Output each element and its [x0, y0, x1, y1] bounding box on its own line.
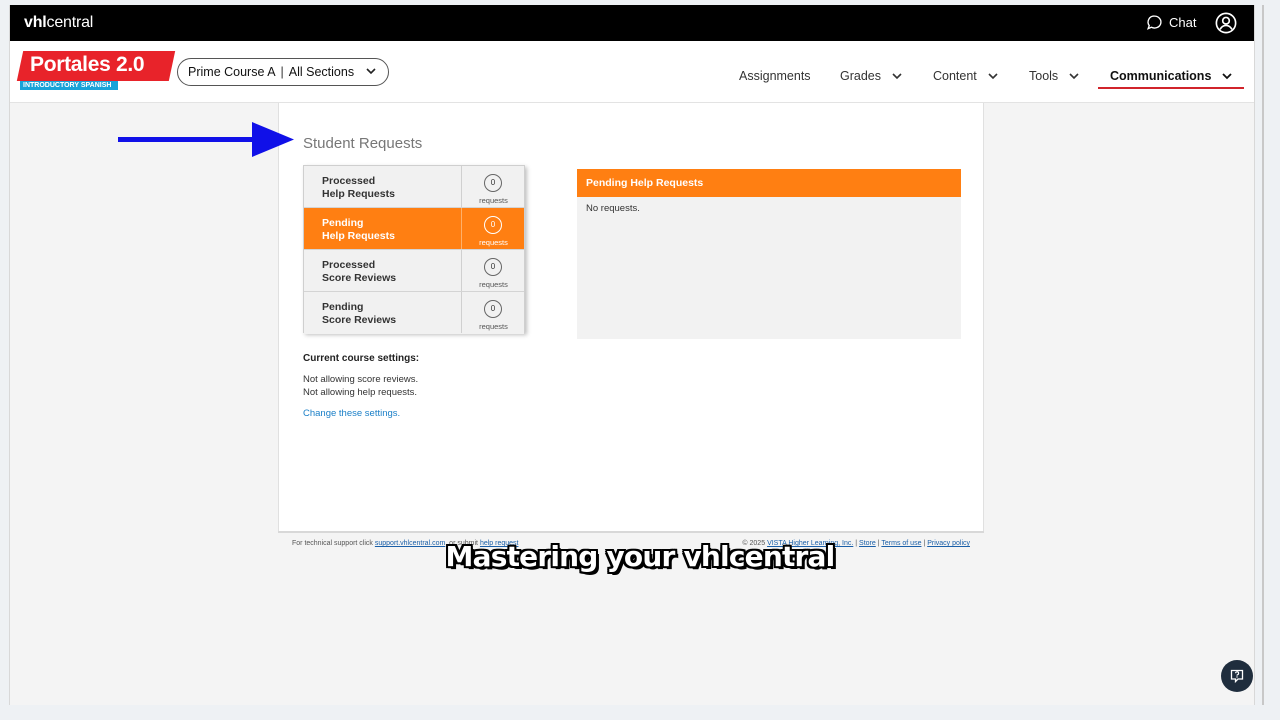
chevron-down-icon: [988, 73, 998, 80]
chat-bubble-icon: [1146, 15, 1162, 30]
blue-arrow-annotation: [118, 122, 294, 157]
top-bar: vhlcentral Chat: [10, 5, 1254, 41]
request-count-cell: 0 requests: [461, 166, 524, 207]
request-count-unit: requests: [479, 322, 508, 331]
user-account-icon[interactable]: [1215, 12, 1237, 34]
nav-content-label: Content: [933, 69, 977, 83]
request-count-unit: requests: [479, 280, 508, 289]
request-count-badge: 0: [484, 258, 502, 276]
nav-tools[interactable]: Tools: [1029, 69, 1080, 83]
page-title: Student Requests: [303, 135, 423, 152]
request-count-badge: 0: [484, 174, 502, 192]
course-nav-bar: Portales 2.0 INTRODUCTORY SPANISH Prime …: [10, 41, 1254, 103]
request-category-list: Processed Help Requests 0 requests Pendin…: [303, 165, 525, 334]
nav-assignments[interactable]: Assignments: [739, 69, 811, 83]
request-row-label: Pending Score Reviews: [322, 301, 397, 326]
request-count-badge: 0: [484, 300, 502, 318]
request-row-pending-help[interactable]: Pending Help Requests 0 requests: [304, 208, 524, 250]
nav-communications-label: Communications: [1110, 69, 1212, 83]
nav-grades[interactable]: Grades: [840, 69, 903, 83]
chevron-down-icon: [892, 73, 902, 80]
active-nav-underline: [1098, 87, 1244, 89]
request-row-processed-help[interactable]: Processed Help Requests 0 requests: [304, 166, 524, 208]
request-count-unit: requests: [479, 238, 508, 247]
nav-tools-label: Tools: [1029, 69, 1059, 83]
request-count-badge: 0: [484, 216, 502, 234]
video-caption: Mastering your vhlcentral: [445, 540, 836, 573]
help-chat-button[interactable]: [1221, 660, 1253, 692]
request-count-cell: 0 requests: [461, 292, 524, 333]
pending-requests-panel: Pending Help Requests No requests.: [577, 169, 961, 339]
app-window: vhlcentral Chat Portales 2.0 INTRODUCTOR…: [9, 5, 1255, 705]
settings-heading: Current course settings:: [303, 353, 420, 364]
content-panel: Student Requests Processed Help Requests …: [278, 103, 984, 553]
main-nav: Assignments Grades Content Tools Communi…: [10, 69, 1254, 89]
settings-help-requests: Not allowing help requests.: [303, 387, 418, 398]
request-count-unit: requests: [479, 196, 508, 205]
request-row-label: Processed Score Reviews: [322, 259, 397, 284]
nav-assignments-label: Assignments: [739, 69, 811, 83]
nav-grades-label: Grades: [840, 69, 881, 83]
nav-content[interactable]: Content: [933, 69, 999, 83]
request-row-label: Processed Help Requests: [322, 175, 395, 200]
window-scroll-rail: [1262, 5, 1264, 705]
pending-panel-header: Pending Help Requests: [577, 169, 961, 197]
chat-button[interactable]: Chat: [1146, 14, 1196, 31]
pending-panel-empty: No requests.: [586, 203, 640, 214]
request-count-cell: 0 requests: [461, 250, 524, 291]
nav-communications[interactable]: Communications: [1110, 69, 1233, 83]
request-count-cell: 0 requests: [461, 208, 524, 249]
request-row-label: Pending Help Requests: [322, 217, 395, 242]
chevron-down-icon: [1222, 73, 1233, 80]
settings-score-reviews: Not allowing score reviews.: [303, 374, 419, 385]
vhlcentral-logo[interactable]: vhlcentral: [24, 14, 93, 32]
request-row-processed-score[interactable]: Processed Score Reviews 0 requests: [304, 250, 524, 292]
change-settings-link[interactable]: Change these settings.: [303, 408, 400, 419]
help-question-icon: [1230, 669, 1244, 684]
chevron-down-icon: [1069, 73, 1079, 80]
request-row-pending-score[interactable]: Pending Score Reviews 0 requests: [304, 292, 524, 334]
chat-label: Chat: [1169, 15, 1197, 30]
